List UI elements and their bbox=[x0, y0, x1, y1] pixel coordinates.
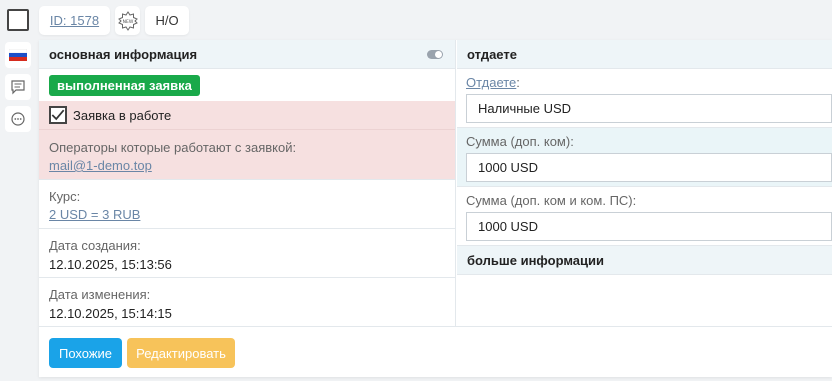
order-card: основная информация выполненная заявка З… bbox=[39, 40, 832, 377]
modified-value: 12.10.2025, 15:14:15 bbox=[49, 306, 172, 321]
rate-link[interactable]: 2 USD = 3 RUB bbox=[49, 207, 140, 222]
svg-text:NEW: NEW bbox=[122, 19, 133, 25]
more-info-title: больше информации bbox=[467, 252, 604, 268]
sum-fee-ps-label: Сумма (доп. ком и ком. ПС): bbox=[466, 193, 637, 208]
ellipsis-chat-icon bbox=[11, 112, 25, 126]
operators-label: Операторы которые работают с заявкой: bbox=[49, 140, 297, 155]
give-label-colon: : bbox=[516, 75, 520, 90]
sum-fee-field[interactable]: 1000 USD bbox=[466, 153, 832, 182]
sum-fee-ps-field[interactable]: 1000 USD bbox=[466, 212, 832, 241]
in-work-label: Заявка в работе bbox=[73, 107, 172, 123]
in-work-checkbox[interactable] bbox=[49, 106, 67, 124]
order-id-pill[interactable]: ID: 1578 bbox=[39, 6, 110, 35]
give-column: отдаете Отдаете: Наличные USD Сумма (доп… bbox=[457, 40, 832, 326]
created-label: Дата создания: bbox=[49, 238, 141, 253]
new-badge-icon: NEW bbox=[117, 10, 138, 31]
in-work-block: Заявка в работе Операторы которые работа… bbox=[39, 101, 455, 180]
created-value: 12.10.2025, 15:13:56 bbox=[49, 257, 172, 272]
new-badge-button[interactable]: NEW bbox=[115, 6, 140, 35]
messages-button[interactable] bbox=[5, 106, 31, 132]
sum-fee-block: Сумма (доп. ком): 1000 USD bbox=[457, 128, 832, 187]
card-footer: Похожие Редактировать bbox=[39, 326, 832, 377]
give-label-link[interactable]: Отдаете bbox=[466, 75, 516, 90]
language-button[interactable] bbox=[5, 42, 31, 68]
main-info-title: основная информация bbox=[49, 46, 198, 62]
give-title: отдаете bbox=[467, 46, 517, 62]
rate-label: Курс: bbox=[49, 189, 81, 204]
modified-row: Дата изменения: 12.10.2025, 15:14:15 bbox=[39, 278, 455, 327]
give-currency-block: Отдаете: Наличные USD bbox=[457, 69, 832, 128]
status-row: выполненная заявка bbox=[39, 69, 455, 101]
sum-fee-ps-block: Сумма (доп. ком и ком. ПС): 1000 USD bbox=[457, 187, 832, 246]
give-header: отдаете bbox=[457, 40, 832, 69]
modified-label: Дата изменения: bbox=[49, 287, 151, 302]
more-info-header[interactable]: больше информации bbox=[457, 246, 832, 275]
chat-button[interactable] bbox=[5, 74, 31, 100]
checkmark-icon bbox=[51, 109, 65, 121]
status-badge: выполненная заявка bbox=[49, 74, 200, 96]
sum-fee-label: Сумма (доп. ком): bbox=[466, 134, 574, 149]
order-id-link[interactable]: ID: 1578 bbox=[50, 13, 99, 28]
operators-row: Операторы которые работают с заявкой: ma… bbox=[39, 130, 455, 180]
created-row: Дата создания: 12.10.2025, 15:13:56 bbox=[39, 229, 455, 278]
give-label: Отдаете: bbox=[466, 75, 832, 91]
main-info-header: основная информация bbox=[39, 40, 455, 69]
similar-button[interactable]: Похожие bbox=[49, 338, 122, 368]
rate-row: Курс: 2 USD = 3 RUB bbox=[39, 180, 455, 229]
give-currency-field[interactable]: Наличные USD bbox=[466, 94, 832, 123]
in-work-row[interactable]: Заявка в работе bbox=[39, 101, 455, 130]
ho-button[interactable]: Н/О bbox=[145, 6, 189, 35]
section-toggle[interactable] bbox=[427, 50, 443, 59]
edit-button[interactable]: Редактировать bbox=[127, 338, 235, 368]
top-toolbar: ID: 1578 NEW Н/О bbox=[0, 0, 832, 40]
select-checkbox[interactable] bbox=[7, 9, 29, 31]
russia-flag-icon bbox=[9, 49, 27, 61]
operator-email-link[interactable]: mail@1-demo.top bbox=[49, 158, 152, 173]
chat-icon bbox=[11, 80, 25, 95]
main-info-column: основная информация выполненная заявка З… bbox=[39, 40, 456, 326]
